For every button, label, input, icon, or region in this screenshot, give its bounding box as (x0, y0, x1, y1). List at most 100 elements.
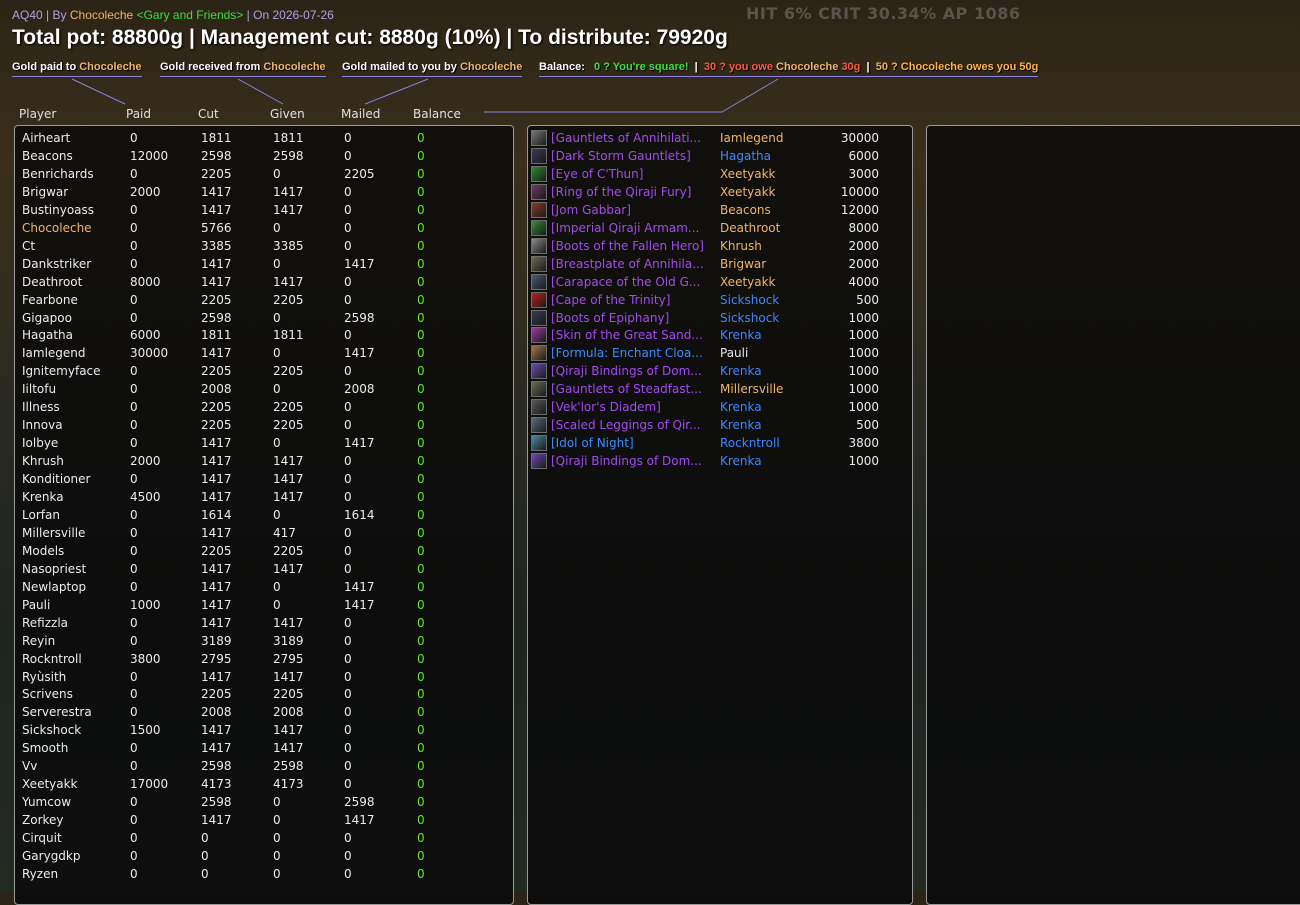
loot-item-link[interactable]: [Ring of the Qiraji Fury] (551, 183, 713, 201)
player-name: Ct (22, 238, 36, 253)
player-given: 0 (273, 579, 281, 594)
loot-row[interactable]: [Boots of the Fallen Hero] Khrush 2000 (531, 237, 911, 255)
column-header-player[interactable]: Player (19, 107, 56, 121)
player-name: Khrush (22, 454, 64, 469)
player-balance: 0 (417, 579, 425, 594)
loot-item-link[interactable]: [Gauntlets of Annihilati... (551, 129, 713, 147)
loot-row[interactable]: [Vek'lor's Diadem] Krenka 1000 (531, 398, 911, 416)
player-paid: 0 (130, 310, 138, 325)
armament-icon[interactable] (531, 219, 547, 236)
loot-item-link[interactable]: [Jom Gabbar] (551, 201, 713, 219)
loot-item-link[interactable]: [Idol of Night] (551, 434, 713, 452)
eye-icon[interactable] (531, 165, 547, 182)
player-paid: 0 (130, 543, 138, 558)
loot-item-link[interactable]: [Scaled Leggings of Qir... (551, 416, 713, 434)
loot-row[interactable]: [Idol of Night] Rockntroll 3800 (531, 434, 911, 452)
player-given: 417 (273, 525, 296, 540)
loot-row[interactable]: [Eye of C'Thun] Xeetyakk 3000 (531, 165, 911, 183)
player-balance: 0 (417, 220, 425, 235)
column-header-mailed[interactable]: Mailed (341, 107, 380, 121)
loot-row[interactable]: [Imperial Qiraji Armam... Deathroot 8000 (531, 219, 911, 237)
player-mailed: 0 (344, 543, 352, 558)
ring-icon[interactable] (531, 183, 547, 200)
loot-row[interactable]: [Gauntlets of Steadfast... Millersville 10… (531, 380, 911, 398)
loot-item-link[interactable]: [Boots of the Fallen Hero] (551, 237, 713, 255)
player-balance: 0 (417, 813, 425, 828)
loot-winner: Sickshock (720, 292, 780, 307)
player-given: 2008 (273, 705, 304, 720)
loot-item-link[interactable]: [Boots of Epiphany] (551, 309, 713, 327)
loot-item-link[interactable]: [Imperial Qiraji Armam... (551, 219, 713, 237)
loot-item-link[interactable]: [Formula: Enchant Cloa... (551, 344, 713, 362)
boots-icon[interactable] (531, 309, 547, 326)
trinket-icon[interactable] (531, 201, 547, 218)
loot-row[interactable]: [Scaled Leggings of Qir... Krenka 500 (531, 416, 911, 434)
player-given: 1417 (273, 472, 304, 487)
loot-item-link[interactable]: [Gauntlets of Steadfast... (551, 380, 713, 398)
player-paid: 0 (130, 795, 138, 810)
gauntlet-icon[interactable] (531, 130, 547, 146)
loot-item-link[interactable]: [Vek'lor's Diadem] (551, 398, 713, 416)
player-balance: 0 (417, 687, 425, 702)
player-given: 3385 (273, 238, 304, 253)
column-header-given[interactable]: Given (270, 107, 305, 121)
loot-row[interactable]: [Cape of the Trinity] Sickshock 500 (531, 291, 911, 309)
breastplate-icon[interactable] (531, 255, 547, 272)
loot-row[interactable]: [Breastplate of Annihila... Brigwar 2000 (531, 255, 911, 273)
loot-row[interactable]: [Skin of the Great Sand... Krenka 1000 (531, 326, 911, 344)
player-given: 0 (273, 507, 281, 522)
player-mailed: 0 (344, 364, 352, 379)
loot-row[interactable]: [Gauntlets of Annihilati... Iamlegend 3000… (531, 129, 911, 147)
loot-price: 1000 (848, 364, 879, 379)
player-name: Ryùsith (22, 669, 67, 684)
loot-item-link[interactable]: [Eye of C'Thun] (551, 165, 713, 183)
loot-row[interactable]: [Boots of Epiphany] Sickshock 1000 (531, 309, 911, 327)
loot-list-panel[interactable]: [Gauntlets of Annihilati... Iamlegend 3000… (527, 125, 913, 905)
boots-icon[interactable] (531, 237, 547, 254)
loot-price: 1000 (848, 310, 879, 325)
idol-icon[interactable] (531, 435, 547, 452)
player-name: Fearbone (22, 292, 78, 307)
player-balance: 0 (417, 364, 425, 379)
gauntlet-icon[interactable] (531, 147, 547, 164)
legend-gold-paid: Gold paid to Chocoleche (12, 61, 142, 77)
column-header-paid[interactable]: Paid (126, 107, 151, 121)
loot-item-link[interactable]: [Skin of the Great Sand... (551, 326, 713, 344)
column-header-cut[interactable]: Cut (198, 107, 219, 121)
loot-item-link[interactable]: [Breastplate of Annihila... (551, 255, 713, 273)
loot-item-link[interactable]: [Dark Storm Gauntlets] (551, 147, 713, 165)
loot-winner: Xeetyakk (720, 184, 776, 199)
loot-item-link[interactable]: [Qiraji Bindings of Dom... (551, 452, 713, 470)
loot-winner: Brigwar (720, 256, 767, 271)
loot-row[interactable]: [Ring of the Qiraji Fury] Xeetyakk 10000 (531, 183, 911, 201)
loot-item-link[interactable]: [Qiraji Bindings of Dom... (551, 362, 713, 380)
player-ledger-panel[interactable]: Airheart 0 1811 1811 0 0 Beacons 12000 2598 2598 0… (14, 125, 514, 905)
bindings-icon[interactable] (531, 363, 547, 380)
player-cut: 1614 (201, 507, 232, 522)
player-name: Ignitemyface (22, 364, 101, 379)
loot-row[interactable]: [Dark Storm Gauntlets] Hagatha 6000 (531, 147, 911, 165)
player-mailed: 0 (344, 148, 352, 163)
loot-item-link[interactable]: [Carapace of the Old G... (551, 273, 713, 291)
bindings-icon[interactable] (531, 453, 547, 470)
loot-row[interactable]: [Qiraji Bindings of Dom... Krenka 1000 (531, 452, 911, 470)
loot-row[interactable]: [Jom Gabbar] Beacons 12000 (531, 201, 911, 219)
loot-row[interactable]: [Carapace of the Old G... Xeetyakk 4000 (531, 273, 911, 291)
column-header-balance[interactable]: Balance (413, 107, 461, 121)
diadem-icon[interactable] (531, 399, 547, 416)
player-balance: 0 (417, 705, 425, 720)
skin-icon[interactable] (531, 327, 547, 344)
player-paid: 0 (130, 472, 138, 487)
scroll-icon[interactable] (531, 345, 547, 362)
player-cut: 2008 (201, 382, 232, 397)
leggings-icon[interactable] (531, 417, 547, 434)
gauntlet-icon[interactable] (531, 381, 547, 398)
loot-row[interactable]: [Formula: Enchant Cloa... Pauli 1000 (531, 344, 911, 362)
loot-item-link[interactable]: [Cape of the Trinity] (551, 291, 713, 309)
player-name: Konditioner (22, 472, 91, 487)
cape-icon[interactable] (531, 291, 547, 308)
player-name: Newlaptop (22, 579, 87, 594)
player-name: Cirquit (22, 831, 62, 846)
loot-row[interactable]: [Qiraji Bindings of Dom... Krenka 1000 (531, 362, 911, 380)
carapace-icon[interactable] (531, 273, 547, 290)
